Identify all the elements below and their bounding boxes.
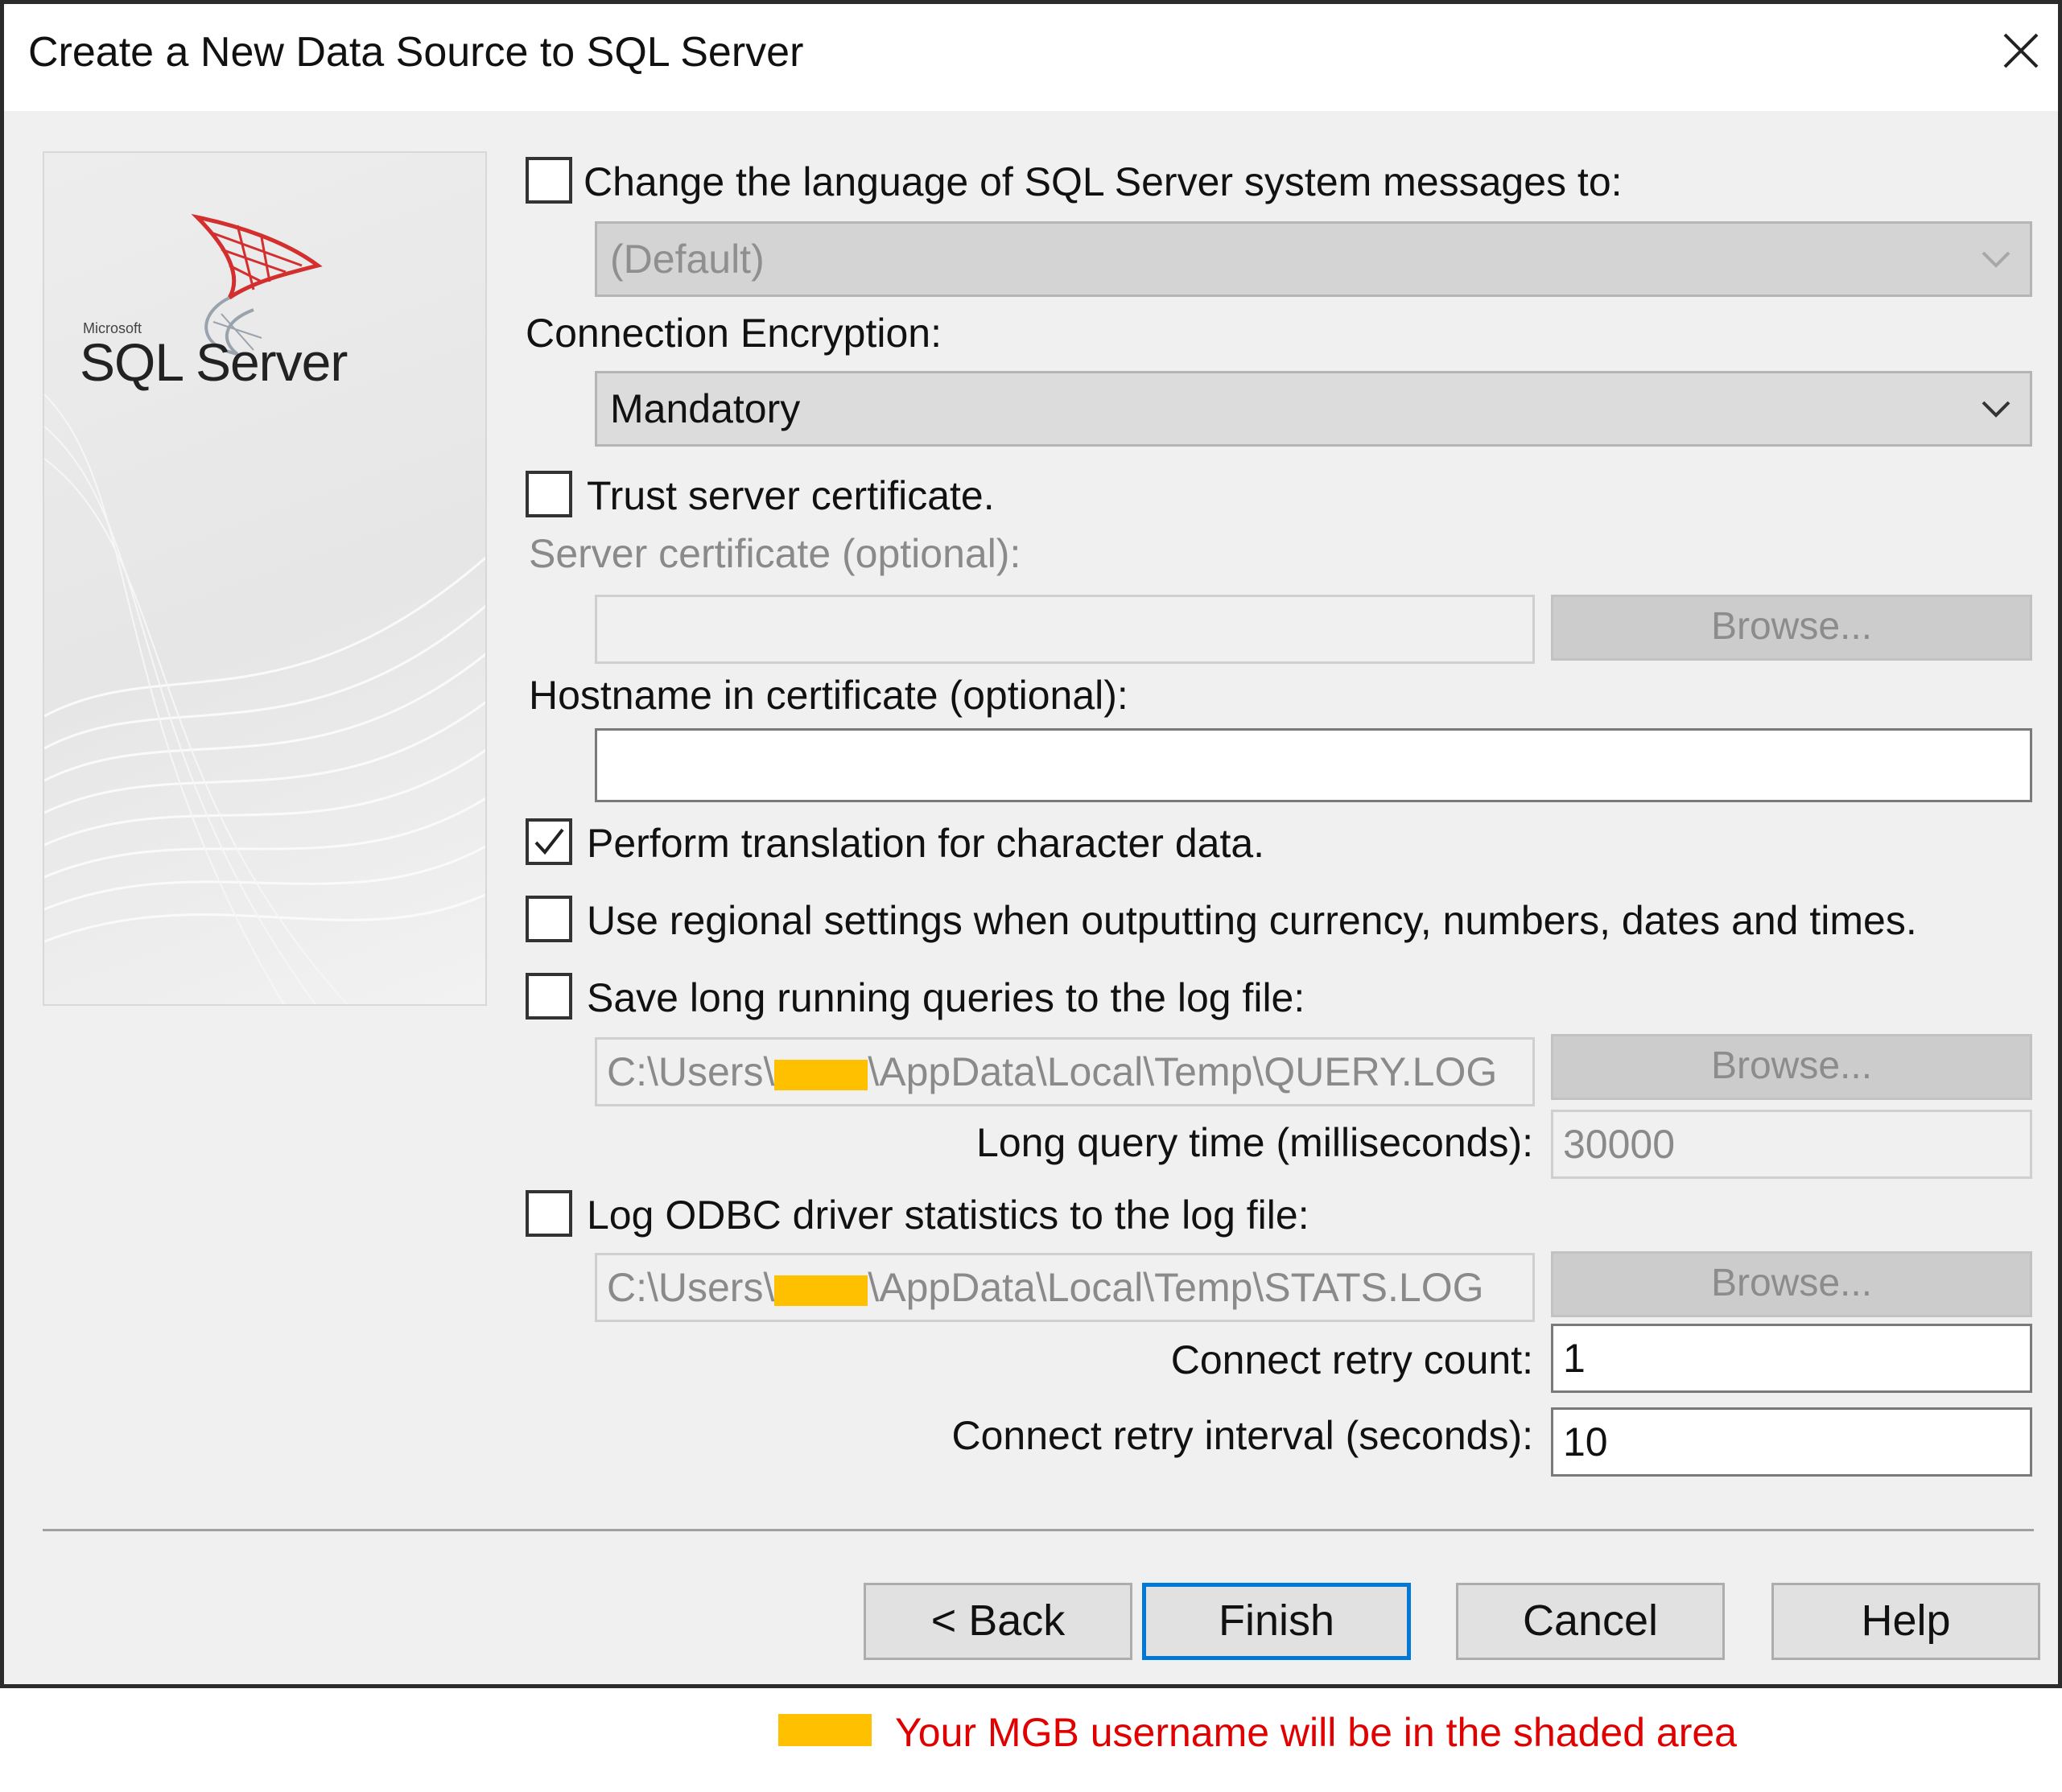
- create-data-source-dialog: Create a New Data Source to SQL Server M…: [0, 0, 2062, 1688]
- logo-sql-server-label: SQL Server: [80, 332, 348, 392]
- query-log-path-suffix: \AppData\Local\Temp\QUERY.LOG: [868, 1049, 1498, 1094]
- encryption-label: Connection Encryption:: [526, 311, 942, 356]
- odbc-stats-label: Log ODBC driver statistics to the log fi…: [587, 1193, 1309, 1238]
- language-select-value: (Default): [610, 237, 765, 282]
- close-icon[interactable]: [1992, 22, 2050, 80]
- cancel-button[interactable]: Cancel: [1456, 1583, 1725, 1660]
- query-log-browse-button[interactable]: Browse...: [1551, 1034, 2032, 1100]
- hostname-input[interactable]: [595, 728, 2032, 802]
- query-log-path-input[interactable]: C:\Users\ \AppData\Local\Temp\QUERY.LOG: [595, 1037, 1535, 1106]
- server-certificate-input[interactable]: [595, 595, 1535, 664]
- sql-server-banner: Microsoft SQL Server: [43, 151, 487, 1006]
- server-certificate-label: Server certificate (optional):: [529, 531, 1021, 576]
- trust-certificate-label: Trust server certificate.: [587, 473, 995, 518]
- title-bar: Create a New Data Source to SQL Server: [4, 4, 2058, 111]
- legend-text: Your MGB username will be in the shaded …: [895, 1710, 1737, 1755]
- language-select[interactable]: (Default): [595, 221, 2032, 297]
- stats-log-path-prefix: C:\Users\: [607, 1265, 775, 1310]
- finish-button[interactable]: Finish: [1142, 1583, 1411, 1660]
- encryption-select-value: Mandatory: [610, 386, 801, 431]
- back-button[interactable]: < Back: [864, 1583, 1132, 1660]
- stats-log-path-input[interactable]: C:\Users\ \AppData\Local\Temp\STATS.LOG: [595, 1253, 1535, 1322]
- help-button[interactable]: Help: [1771, 1583, 2040, 1660]
- checkmark-icon: [534, 828, 564, 855]
- stats-log-path-suffix: \AppData\Local\Temp\STATS.LOG: [868, 1265, 1484, 1310]
- stats-log-browse-button[interactable]: Browse...: [1551, 1251, 2032, 1317]
- long-query-time-label: Long query time (milliseconds):: [976, 1120, 1533, 1165]
- window-title: Create a New Data Source to SQL Server: [28, 29, 804, 76]
- trust-certificate-checkbox[interactable]: [526, 471, 572, 517]
- odbc-stats-checkbox[interactable]: [526, 1190, 572, 1237]
- server-certificate-browse-button[interactable]: Browse...: [1551, 595, 2032, 661]
- long-queries-label: Save long running queries to the log fil…: [587, 975, 1305, 1020]
- retry-count-label: Connect retry count:: [1170, 1337, 1533, 1382]
- chevron-down-icon: [1982, 401, 2010, 418]
- retry-interval-label: Connect retry interval (seconds):: [951, 1413, 1533, 1458]
- long-query-time-input[interactable]: 30000: [1551, 1110, 2032, 1179]
- retry-count-input[interactable]: 1: [1551, 1324, 2032, 1393]
- encryption-select[interactable]: Mandatory: [595, 371, 2032, 447]
- footer-separator: [43, 1529, 2034, 1531]
- hostname-label: Hostname in certificate (optional):: [529, 673, 1128, 718]
- username-redaction: [774, 1275, 868, 1306]
- query-log-path-prefix: C:\Users\: [607, 1049, 775, 1094]
- language-checkbox-label: Change the language of SQL Server system…: [584, 159, 1623, 204]
- retry-interval-input[interactable]: 10: [1551, 1407, 2032, 1477]
- regional-settings-label: Use regional settings when outputting cu…: [587, 898, 1917, 943]
- chevron-down-icon: [1982, 251, 2010, 268]
- translation-checkbox[interactable]: [526, 818, 572, 865]
- translation-label: Perform translation for character data.: [587, 821, 1265, 866]
- language-checkbox[interactable]: [526, 157, 572, 204]
- username-redaction: [774, 1060, 868, 1090]
- legend-swatch: [778, 1714, 872, 1746]
- regional-settings-checkbox[interactable]: [526, 896, 572, 942]
- long-queries-checkbox[interactable]: [526, 973, 572, 1020]
